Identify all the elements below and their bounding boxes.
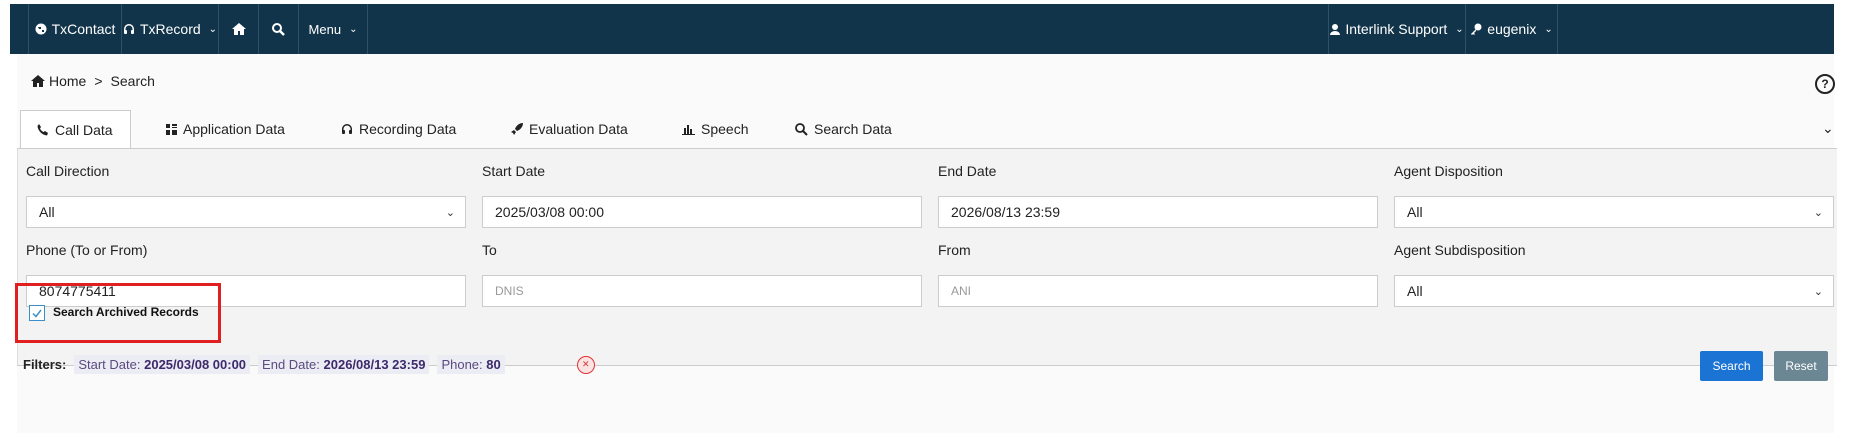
breadcrumb-separator: > — [94, 73, 103, 89]
filters-title: Filters: — [23, 357, 67, 372]
rocket-icon — [511, 123, 523, 135]
tab-bar: Call Data Application Data Recording Dat… — [20, 110, 1840, 148]
nav-menu[interactable]: Menu ⌄ — [298, 4, 368, 54]
tab-recording-data[interactable]: Recording Data — [341, 110, 456, 148]
nav-user-menu[interactable]: Interlink Support ⌄ — [1328, 4, 1465, 54]
tab-call-data[interactable]: Call Data — [20, 110, 131, 148]
agent-subdisposition-select[interactable]: All ⌄ — [1394, 275, 1834, 307]
to-input[interactable]: DNIS — [482, 275, 922, 307]
filter-chip-phone: Phone: 80 — [437, 355, 505, 374]
tab-search-data[interactable]: Search Data — [795, 110, 892, 148]
phone-label: Phone (To or From) — [26, 242, 148, 258]
phone-icon — [37, 123, 48, 135]
chevron-down-icon: ⌄ — [1813, 207, 1823, 219]
call-direction-value: All — [39, 204, 55, 220]
tab-call-data-label: Call Data — [55, 121, 113, 138]
call-direction-label: Call Direction — [26, 163, 110, 179]
end-date-input[interactable]: 2026/08/13 23:59 — [938, 196, 1378, 228]
from-label: From — [938, 242, 971, 258]
user-icon — [1330, 23, 1341, 35]
filter-phone-value: 80 — [486, 357, 501, 372]
key-icon — [1471, 23, 1482, 35]
agent-subdisposition-label: Agent Subdisposition — [1394, 242, 1526, 258]
start-date-label: Start Date — [482, 163, 546, 179]
globe-icon — [35, 23, 47, 35]
search-form-panel — [17, 148, 1837, 366]
tab-evaluation-data-label: Evaluation Data — [529, 121, 628, 137]
clear-filters-icon[interactable]: ✕ — [576, 355, 595, 374]
nav-search[interactable] — [258, 4, 298, 54]
chevron-down-icon: ⌄ — [349, 23, 358, 35]
call-direction-select[interactable]: All ⌄ — [26, 196, 466, 228]
to-label: To — [482, 242, 497, 258]
nav-home[interactable] — [218, 4, 258, 54]
from-input[interactable]: ANI — [938, 275, 1378, 307]
tab-recording-data-label: Recording Data — [359, 121, 457, 137]
nav-menu-label: Menu — [308, 21, 342, 37]
start-date-value: 2025/03/08 00:00 — [495, 204, 604, 220]
filters-summary: Filters: Start Date: 2025/03/08 00:00 En… — [23, 355, 595, 374]
agent-disposition-label: Agent Disposition — [1394, 163, 1503, 179]
chevron-down-icon: ⌄ — [1455, 23, 1464, 35]
tab-search-data-label: Search Data — [814, 121, 892, 137]
headphones-icon — [342, 124, 352, 134]
top-navbar: TxContact TxRecord ⌄ Menu ⌄ Interlink Su… — [10, 4, 1834, 54]
breadcrumb-home[interactable]: Home — [31, 73, 86, 89]
to-placeholder: DNIS — [495, 284, 524, 298]
breadcrumb-home-label: Home — [49, 73, 87, 89]
headphones-icon — [123, 24, 134, 34]
search-icon — [795, 122, 808, 136]
reset-button[interactable]: Reset — [1774, 351, 1828, 381]
chevron-down-icon: ⌄ — [1813, 286, 1823, 298]
chevron-down-icon: ⌄ — [1544, 23, 1553, 35]
agent-disposition-value: All — [1407, 204, 1423, 220]
filter-phone-label: Phone: — [441, 357, 483, 372]
nav-user-label: Interlink Support — [1345, 21, 1448, 37]
help-icon[interactable]: ? — [1815, 74, 1835, 94]
tab-speech[interactable]: Speech — [682, 110, 748, 148]
filter-start-value: 2025/03/08 00:00 — [144, 357, 247, 372]
filter-end-label: End Date: — [262, 357, 320, 372]
tab-speech-label: Speech — [701, 121, 749, 137]
nav-txcontact[interactable]: TxContact — [28, 4, 121, 54]
filter-start-label: Start Date: — [78, 357, 141, 372]
chevron-down-icon: ⌄ — [208, 23, 218, 35]
agent-subdisposition-value: All — [1407, 283, 1423, 299]
chevron-down-icon[interactable]: ⌄ — [1822, 120, 1834, 137]
nav-account-menu[interactable]: eugenix ⌄ — [1465, 4, 1558, 54]
tab-application-data[interactable]: Application Data — [166, 110, 285, 148]
filter-chip-start-date: Start Date: 2025/03/08 00:00 — [74, 355, 251, 374]
agent-disposition-select[interactable]: All ⌄ — [1394, 196, 1834, 228]
breadcrumb: Home > Search — [31, 73, 155, 89]
nav-txrecord-label: TxRecord — [139, 21, 201, 37]
nav-account-label: eugenix — [1487, 21, 1537, 37]
bar-chart-icon — [682, 124, 695, 135]
nav-txrecord[interactable]: TxRecord ⌄ — [121, 4, 218, 54]
start-date-input[interactable]: 2025/03/08 00:00 — [482, 196, 922, 228]
breadcrumb-current: Search — [110, 73, 155, 89]
search-icon — [272, 22, 285, 36]
search-button[interactable]: Search — [1700, 351, 1763, 381]
nav-txcontact-label: TxContact — [51, 21, 116, 37]
end-date-label: End Date — [938, 163, 997, 179]
grid-icon — [166, 123, 177, 135]
end-date-value: 2026/08/13 23:59 — [951, 204, 1060, 220]
search-archived-checkbox[interactable] — [29, 305, 45, 321]
chevron-down-icon: ⌄ — [445, 207, 455, 219]
home-icon — [31, 75, 45, 87]
search-archived-label[interactable]: Search Archived Records — [53, 305, 199, 319]
home-icon — [231, 23, 246, 35]
checkmark-icon — [32, 309, 42, 318]
tab-evaluation-data[interactable]: Evaluation Data — [511, 110, 628, 148]
from-placeholder: ANI — [951, 284, 972, 298]
tab-application-data-label: Application Data — [183, 121, 285, 137]
filter-chip-end-date: End Date: 2026/08/13 23:59 — [258, 355, 430, 374]
filter-end-value: 2026/08/13 23:59 — [323, 357, 426, 372]
